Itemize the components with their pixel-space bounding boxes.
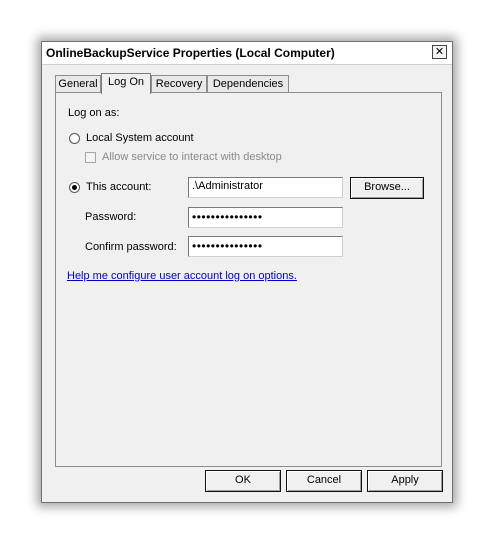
tab-dependencies[interactable]: Dependencies: [207, 75, 289, 93]
allow-interact-label: Allow service to interact with desktop: [102, 151, 282, 163]
browse-button[interactable]: Browse...: [350, 177, 424, 199]
account-input[interactable]: .\Administrator: [188, 177, 343, 198]
tab-general[interactable]: General: [55, 75, 101, 93]
password-label: Password:: [85, 211, 137, 223]
this-account-radio[interactable]: [69, 182, 80, 193]
ok-button[interactable]: OK: [205, 470, 281, 492]
help-configure-link[interactable]: Help me configure user account log on op…: [67, 270, 297, 282]
log-on-as-heading: Log on as:: [68, 107, 120, 119]
this-account-label[interactable]: This account:: [86, 181, 151, 193]
close-icon: ✕: [434, 46, 445, 58]
close-button[interactable]: ✕: [432, 45, 447, 59]
log-on-panel: Log on as: Local System account Allow se…: [55, 92, 442, 467]
dialog-title: OnlineBackupService Properties (Local Co…: [46, 46, 335, 60]
cancel-button[interactable]: Cancel: [286, 470, 362, 492]
confirm-password-input[interactable]: •••••••••••••••: [188, 236, 343, 257]
confirm-password-label: Confirm password:: [85, 241, 177, 253]
tab-log-on[interactable]: Log On: [101, 73, 151, 94]
tab-recovery[interactable]: Recovery: [151, 75, 207, 93]
local-system-radio[interactable]: [69, 133, 80, 144]
apply-button[interactable]: Apply: [367, 470, 443, 492]
local-system-label[interactable]: Local System account: [86, 132, 194, 144]
title-bar[interactable]: OnlineBackupService Properties (Local Co…: [42, 42, 452, 65]
allow-interact-checkbox[interactable]: [85, 152, 96, 163]
password-input[interactable]: •••••••••••••••: [188, 207, 343, 228]
properties-dialog: OnlineBackupService Properties (Local Co…: [41, 41, 453, 503]
